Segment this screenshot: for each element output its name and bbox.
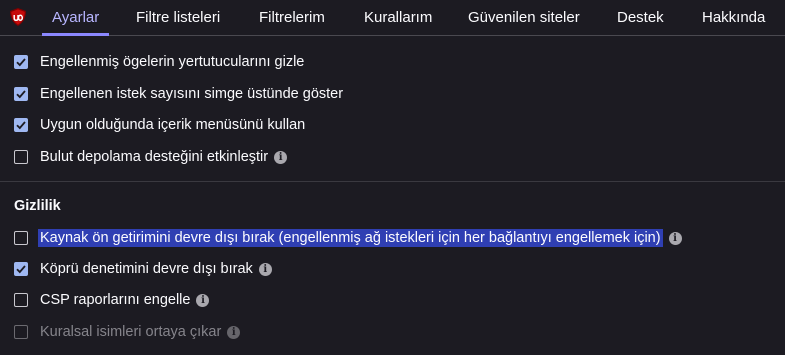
option-block-csp-reports[interactable]: CSP raporlarını engelle i xyxy=(14,290,210,310)
info-icon[interactable]: i xyxy=(227,325,241,339)
option-label: Uygun olduğunda içerik menüsünü kullan xyxy=(40,117,306,133)
checkbox-uncloak-cnames xyxy=(14,325,28,339)
info-icon[interactable]: i xyxy=(274,150,288,164)
option-cloud-storage[interactable]: Bulut depolama desteğini etkinleştir i xyxy=(14,147,288,167)
option-label: CSP raporlarını engelle xyxy=(40,292,191,308)
ublock-logo-icon xyxy=(8,7,28,27)
checkbox-disable-hyperlink-auditing[interactable] xyxy=(14,262,28,276)
option-label: Engellenmiş ögelerin yertutucularını giz… xyxy=(40,54,305,70)
section-divider xyxy=(0,181,785,182)
option-label: Engellenen istek sayısını simge üstünde … xyxy=(40,86,344,102)
info-icon[interactable]: i xyxy=(258,262,272,276)
checkbox-hide-placeholders[interactable] xyxy=(14,55,28,69)
tab-support[interactable]: Destek xyxy=(617,0,664,35)
privacy-section-title: Gizlilik xyxy=(14,198,61,214)
tab-settings[interactable]: Ayarlar xyxy=(42,0,110,36)
tab-bar: Ayarlar Filtre listeleri Filtrelerim Kur… xyxy=(0,0,785,36)
info-icon[interactable]: i xyxy=(196,293,210,307)
tab-trusted-sites[interactable]: Güvenilen siteler xyxy=(468,0,580,35)
tab-filter-lists[interactable]: Filtre listeleri xyxy=(136,0,220,35)
option-uncloak-cnames: Kuralsal isimleri ortaya çıkar i xyxy=(14,322,241,342)
option-disable-hyperlink-auditing[interactable]: Köprü denetimini devre dışı bırak i xyxy=(14,259,272,279)
option-label-selected: Kaynak ön getirimini devre dışı bırak (e… xyxy=(38,229,663,247)
option-label: Köprü denetimini devre dışı bırak xyxy=(40,261,253,277)
option-disable-prefetch[interactable]: Kaynak ön getirimini devre dışı bırak (e… xyxy=(14,228,682,248)
tab-my-filters[interactable]: Filtrelerim xyxy=(259,0,325,35)
checkbox-block-csp-reports[interactable] xyxy=(14,293,28,307)
checkbox-show-icon-badge[interactable] xyxy=(14,87,28,101)
info-icon[interactable]: i xyxy=(668,231,682,245)
option-context-menu[interactable]: Uygun olduğunda içerik menüsünü kullan xyxy=(14,115,305,135)
checkbox-disable-prefetch[interactable] xyxy=(14,231,28,245)
option-show-icon-badge[interactable]: Engellenen istek sayısını simge üstünde … xyxy=(14,84,343,104)
checkbox-context-menu[interactable] xyxy=(14,118,28,132)
option-hide-placeholders[interactable]: Engellenmiş ögelerin yertutucularını giz… xyxy=(14,52,304,72)
option-label: Kuralsal isimleri ortaya çıkar xyxy=(40,324,222,340)
checkbox-cloud-storage[interactable] xyxy=(14,150,28,164)
option-label: Bulut depolama desteğini etkinleştir xyxy=(40,149,269,165)
tab-about[interactable]: Hakkında xyxy=(702,0,765,35)
tab-my-rules[interactable]: Kurallarım xyxy=(364,0,432,35)
